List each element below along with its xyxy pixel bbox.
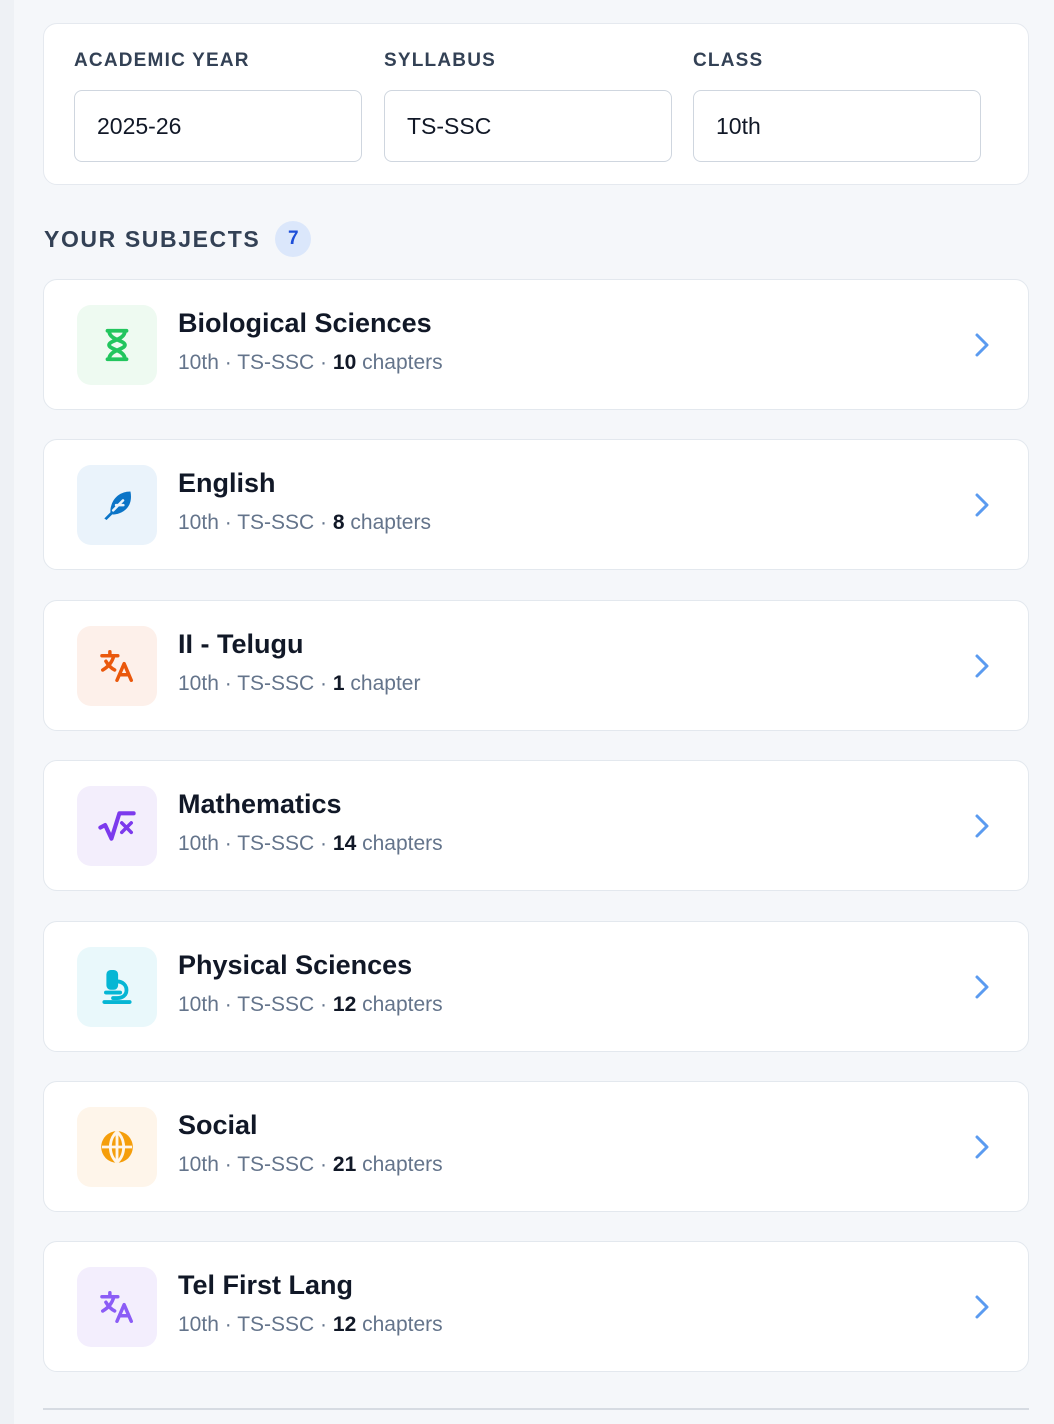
- meta-separator: ·: [320, 511, 328, 535]
- subject-meta: 10th · TS-SSC · 8 chapters: [178, 511, 431, 535]
- subject-card-ii-telugu[interactable]: II - Telugu 10th · TS-SSC · 1 chapter: [43, 599, 1029, 731]
- chapter-count: 14: [332, 832, 357, 856]
- class-label: CLASS: [693, 50, 764, 71]
- chapter-unit: chapters: [362, 1153, 443, 1176]
- subject-card-english[interactable]: English 10th · TS-SSC · 8 chapters: [43, 439, 1029, 571]
- chapter-unit: chapters: [362, 992, 443, 1016]
- subject-syllabus: TS-SSC: [237, 832, 315, 856]
- filters-card: ACADEMIC YEAR 2025-26 SYLLABUS TS-SSC CL…: [43, 23, 1029, 185]
- chapter-count: 8: [332, 511, 345, 535]
- subject-class: 10th: [178, 1153, 219, 1176]
- subject-icon-tile: [77, 786, 157, 867]
- chapter-unit: chapters: [362, 351, 443, 374]
- subject-class: 10th: [178, 511, 219, 535]
- meta-separator: ·: [320, 351, 328, 374]
- meta-separator: ·: [224, 832, 232, 856]
- chapter-unit: chapters: [362, 832, 443, 856]
- meta-separator: ·: [320, 992, 328, 1016]
- subject-card-social[interactable]: Social 10th · TS-SSC · 21 chapters: [43, 1081, 1029, 1212]
- subject-class: 10th: [178, 832, 219, 856]
- syllabus-select[interactable]: TS-SSC: [384, 90, 672, 162]
- subject-meta: 10th · TS-SSC · 10 chapters: [178, 351, 443, 375]
- feather-icon: [98, 486, 136, 524]
- meta-separator: ·: [320, 1313, 328, 1337]
- chevron-right-icon[interactable]: [970, 809, 994, 843]
- subjects-header: YOUR SUBJECTS 7: [44, 220, 312, 258]
- chapter-count: 1: [332, 671, 345, 695]
- subject-name: Mathematics: [178, 789, 342, 820]
- subject-name: Tel First Lang: [178, 1270, 354, 1301]
- subject-syllabus: TS-SSC: [237, 351, 315, 374]
- class-select[interactable]: 10th: [693, 90, 981, 162]
- subject-syllabus: TS-SSC: [237, 671, 315, 695]
- subject-card-mathematics[interactable]: Mathematics 10th · TS-SSC · 14 chapters: [43, 760, 1029, 892]
- square-root-icon: [98, 807, 136, 845]
- chapter-unit: chapter: [350, 671, 421, 695]
- subject-class: 10th: [178, 351, 219, 374]
- subject-card-biological-sciences[interactable]: Biological Sciences 10th · TS-SSC · 10 c…: [43, 279, 1029, 410]
- subject-class: 10th: [178, 671, 219, 695]
- meta-separator: ·: [224, 351, 232, 374]
- chapter-unit: chapters: [362, 1313, 443, 1337]
- dna-icon: [98, 326, 136, 364]
- subject-syllabus: TS-SSC: [237, 1153, 315, 1176]
- subjects-title: YOUR SUBJECTS: [44, 225, 261, 252]
- chevron-right-icon[interactable]: [970, 1130, 994, 1164]
- subject-card-tel-first-lang[interactable]: Tel First Lang 10th · TS-SSC · 12 chapte…: [43, 1241, 1029, 1373]
- subject-name: Physical Sciences: [178, 949, 413, 980]
- subject-icon-tile: [77, 946, 157, 1027]
- meta-separator: ·: [224, 511, 232, 535]
- subject-name: II - Telugu: [178, 628, 304, 659]
- subject-name: Social: [178, 1110, 258, 1140]
- translate-icon: [98, 647, 136, 685]
- subject-meta: 10th · TS-SSC · 12 chapters: [178, 1313, 443, 1337]
- subject-icon-tile: [77, 1107, 157, 1187]
- academic-year-label: ACADEMIC YEAR: [74, 50, 250, 71]
- subject-name: Biological Sciences: [178, 308, 432, 338]
- chapter-count: 21: [332, 1153, 357, 1176]
- meta-separator: ·: [224, 671, 232, 695]
- left-edge-strip: [0, 0, 14, 1424]
- chevron-right-icon[interactable]: [970, 488, 994, 522]
- subject-class: 10th: [178, 992, 219, 1016]
- subject-icon-tile: [77, 305, 157, 385]
- meta-separator: ·: [320, 1153, 328, 1176]
- chevron-right-icon[interactable]: [970, 1290, 994, 1324]
- subject-class: 10th: [178, 1313, 219, 1337]
- meta-separator: ·: [224, 1153, 232, 1176]
- meta-separator: ·: [224, 1313, 232, 1337]
- chapter-count: 10: [332, 351, 357, 374]
- meta-separator: ·: [320, 832, 328, 856]
- chevron-right-icon[interactable]: [970, 328, 994, 362]
- academic-year-select[interactable]: 2025-26: [74, 90, 362, 162]
- meta-separator: ·: [320, 671, 328, 695]
- globe-icon: [98, 1128, 136, 1166]
- chevron-right-icon[interactable]: [970, 970, 994, 1004]
- translate-icon: [98, 1288, 136, 1326]
- subject-meta: 10th · TS-SSC · 14 chapters: [178, 832, 443, 856]
- chapter-unit: chapters: [350, 511, 431, 535]
- subject-syllabus: TS-SSC: [237, 1313, 315, 1337]
- syllabus-label: SYLLABUS: [384, 50, 496, 71]
- chapter-count: 12: [332, 992, 357, 1016]
- subject-syllabus: TS-SSC: [237, 511, 315, 535]
- subject-icon-tile: [77, 465, 157, 546]
- subject-icon-tile: [77, 1267, 157, 1348]
- subject-meta: 10th · TS-SSC · 12 chapters: [178, 993, 443, 1017]
- subject-meta: 10th · TS-SSC · 1 chapter: [178, 672, 420, 696]
- bottom-divider: [43, 1408, 1029, 1410]
- subject-card-physical-sciences[interactable]: Physical Sciences 10th · TS-SSC · 12 cha…: [43, 920, 1029, 1052]
- subject-icon-tile: [77, 625, 157, 706]
- subject-meta: 10th · TS-SSC · 21 chapters: [178, 1153, 443, 1177]
- chapter-count: 12: [332, 1313, 357, 1337]
- meta-separator: ·: [224, 992, 232, 1016]
- subject-syllabus: TS-SSC: [237, 992, 315, 1016]
- subject-name: English: [178, 468, 276, 499]
- microscope-icon: [98, 968, 136, 1006]
- subjects-count-badge: 7: [275, 221, 312, 257]
- chevron-right-icon[interactable]: [970, 649, 994, 683]
